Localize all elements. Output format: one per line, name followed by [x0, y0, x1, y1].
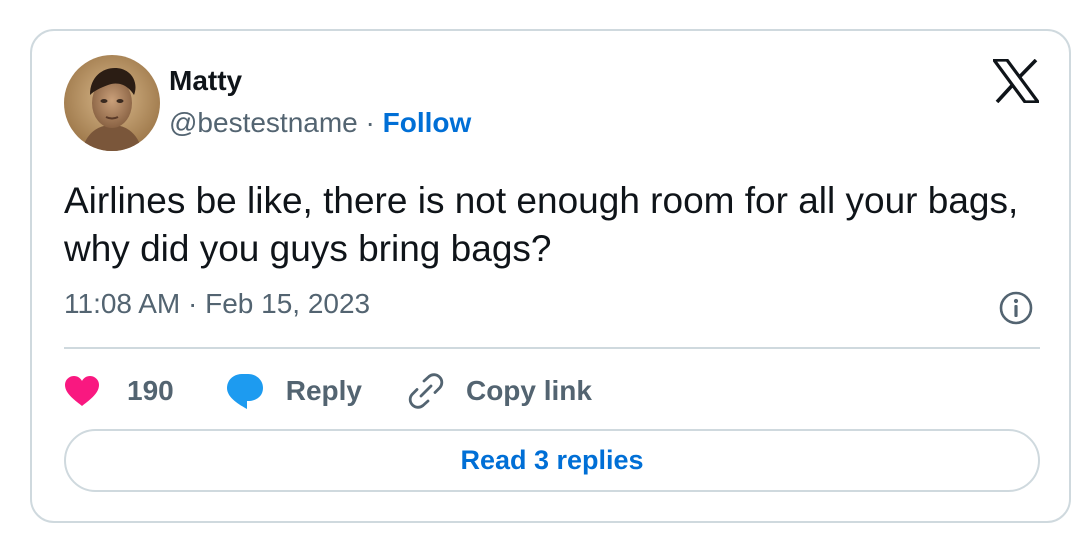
author-handle[interactable]: @bestestname [169, 107, 358, 138]
avatar[interactable] [64, 55, 160, 151]
read-replies-label: Read 3 replies [460, 445, 644, 475]
copy-link-button[interactable]: Copy link [408, 373, 592, 409]
author-handle-line: @bestestname · Follow [169, 107, 471, 139]
read-replies-button[interactable]: Read 3 replies [64, 429, 1040, 492]
tweet-embed-card: Matty @bestestname · Follow Airlines be … [30, 29, 1071, 523]
reply-button[interactable]: Reply [226, 372, 362, 410]
like-count: 190 [127, 375, 174, 406]
like-button[interactable]: 190 [64, 375, 174, 407]
x-logo-icon[interactable] [990, 58, 1042, 104]
tweet-text: Airlines be like, there is not enough ro… [64, 180, 1019, 269]
tweet-timestamp[interactable]: 11:08 AM · Feb 15, 2023 [64, 288, 370, 320]
divider [64, 347, 1040, 349]
speech-bubble-icon [226, 374, 263, 409]
follow-link[interactable]: Follow [383, 107, 472, 138]
info-icon[interactable] [998, 290, 1034, 326]
reply-label: Reply [285, 375, 362, 406]
copy-link-label: Copy link [465, 375, 592, 406]
link-icon [408, 373, 444, 409]
handle-separator: · [365, 107, 375, 138]
avatar-image [64, 55, 160, 151]
tweet-actions: 190 Reply Copy link [64, 369, 592, 413]
author-name[interactable]: Matty [169, 65, 242, 97]
heart-icon [65, 376, 99, 406]
